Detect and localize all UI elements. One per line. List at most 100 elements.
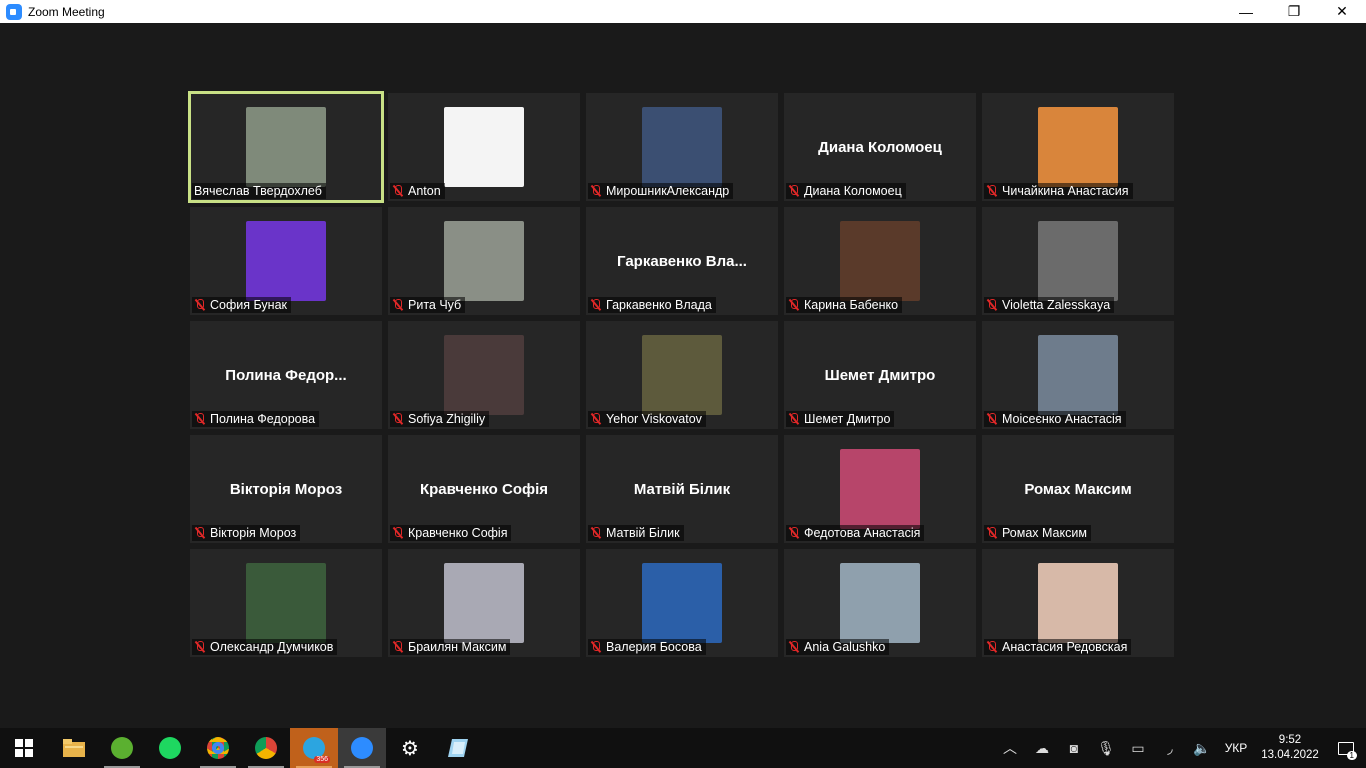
participant-tile[interactable]: Чичайкина Анастасия xyxy=(982,93,1174,201)
participant-video xyxy=(1038,107,1118,187)
participant-video xyxy=(840,221,920,301)
spotify-icon[interactable] xyxy=(146,728,194,768)
file-explorer-icon[interactable] xyxy=(50,728,98,768)
clock[interactable]: 9:52 13.04.2022 xyxy=(1254,733,1326,763)
muted-microphone-icon xyxy=(392,527,404,539)
participant-name-label: Вікторія Мороз xyxy=(192,525,301,541)
muted-microphone-icon xyxy=(788,527,800,539)
participant-name: Диана Коломоец xyxy=(804,184,902,198)
muted-microphone-icon xyxy=(590,413,602,425)
participant-name-label: Рита Чуб xyxy=(390,297,466,313)
chrome-icon[interactable] xyxy=(194,728,242,768)
participant-video xyxy=(246,563,326,643)
participant-tile[interactable]: Браилян Максим xyxy=(388,549,580,657)
windows-start-icon[interactable] xyxy=(0,728,48,768)
participant-tile[interactable]: Ромах Максим Ромах Максим xyxy=(982,435,1174,543)
participant-video xyxy=(246,221,326,301)
maximize-button[interactable]: ❐ xyxy=(1270,0,1318,23)
utorrent-icon[interactable] xyxy=(98,728,146,768)
muted-microphone-icon xyxy=(194,641,206,653)
participant-tile[interactable]: Кравченко Софія Кравченко Софія xyxy=(388,435,580,543)
notifications-icon[interactable]: 1 xyxy=(1326,728,1366,768)
participant-name-label: София Бунак xyxy=(192,297,291,313)
muted-microphone-icon xyxy=(788,299,800,311)
participant-name-label: Ania Galushko xyxy=(786,639,890,655)
participant-name-label: Anton xyxy=(390,183,445,199)
notifications-count: 1 xyxy=(1346,751,1357,760)
participant-name: Sofiya Zhigiliy xyxy=(408,412,486,426)
participant-name-label: Браилян Максим xyxy=(390,639,511,655)
participant-tile[interactable]: Моісеєнко Анастасія xyxy=(982,321,1174,429)
participant-tile[interactable]: Yehor Viskovatov xyxy=(586,321,778,429)
participant-video xyxy=(642,107,722,187)
participant-video xyxy=(444,221,524,301)
participant-tile[interactable]: Ania Galushko xyxy=(784,549,976,657)
participant-name-label: Ромах Максим xyxy=(984,525,1091,541)
participant-tile[interactable]: Гаркавенко Вла... Гаркавенко Влада xyxy=(586,207,778,315)
participant-tile[interactable]: Карина Бабенко xyxy=(784,207,976,315)
microphone-icon[interactable]: 🎙 xyxy=(1090,728,1122,768)
muted-microphone-icon xyxy=(986,299,998,311)
clock-time: 9:52 xyxy=(1278,734,1302,746)
participant-tile[interactable]: Федотова Анастасія xyxy=(784,435,976,543)
participant-name: Ania Galushko xyxy=(804,640,886,654)
onedrive-icon[interactable]: ☁ xyxy=(1026,728,1058,768)
participant-video xyxy=(1038,335,1118,415)
participant-video xyxy=(444,563,524,643)
chrome-profile-icon[interactable] xyxy=(242,728,290,768)
participant-tile[interactable]: Вікторія Мороз Вікторія Мороз xyxy=(190,435,382,543)
battery-icon[interactable]: ▭ xyxy=(1122,728,1154,768)
muted-microphone-icon xyxy=(392,185,404,197)
muted-microphone-icon xyxy=(392,641,404,653)
participant-name: София Бунак xyxy=(210,298,287,312)
participant-tile[interactable]: Олександр Думчиков xyxy=(190,549,382,657)
muted-microphone-icon xyxy=(590,299,602,311)
window-title: Zoom Meeting xyxy=(28,4,105,19)
participant-video xyxy=(840,563,920,643)
participant-name: Чичайкина Анастасия xyxy=(1002,184,1129,198)
participant-tile[interactable]: Шемет Дмитро Шемет Дмитро xyxy=(784,321,976,429)
participant-video xyxy=(840,449,920,529)
participant-video xyxy=(1038,221,1118,301)
minimize-button[interactable]: — xyxy=(1222,0,1270,23)
muted-microphone-icon xyxy=(194,413,206,425)
participant-name: Браилян Максим xyxy=(408,640,507,654)
participant-tile[interactable]: Валерия Босова xyxy=(586,549,778,657)
participant-name: Карина Бабенко xyxy=(804,298,899,312)
volume-icon[interactable]: 🔈 xyxy=(1186,728,1218,768)
participant-name: Олександр Думчиков xyxy=(210,640,334,654)
participant-video xyxy=(642,335,722,415)
participant-tile[interactable]: София Бунак xyxy=(190,207,382,315)
participant-name: Вячеслав Твердохлеб xyxy=(194,184,322,198)
participant-tile[interactable]: Violetta Zalesskaya xyxy=(982,207,1174,315)
muted-microphone-icon xyxy=(392,299,404,311)
participant-name-label: Диана Коломоец xyxy=(786,183,906,199)
close-button[interactable]: ✕ xyxy=(1318,0,1366,23)
participant-name: Матвій Білик xyxy=(606,526,680,540)
participant-name: Кравченко Софія xyxy=(408,526,508,540)
muted-microphone-icon xyxy=(986,641,998,653)
language-indicator[interactable]: УКР xyxy=(1218,741,1254,755)
participant-tile[interactable]: Полина Федор... Полина Федорова xyxy=(190,321,382,429)
participant-name-label: Чичайкина Анастасия xyxy=(984,183,1133,199)
settings-icon[interactable]: ⚙ xyxy=(386,728,434,768)
participant-tile[interactable]: Anton xyxy=(388,93,580,201)
participant-tile[interactable]: МирошникАлександр xyxy=(586,93,778,201)
wifi-icon[interactable]: ◞ xyxy=(1154,728,1186,768)
participant-tile[interactable]: Вячеслав Твердохлеб xyxy=(188,91,384,203)
chevron-up-icon[interactable]: ︿ xyxy=(994,728,1026,768)
notepad-icon[interactable] xyxy=(434,728,482,768)
participant-tile[interactable]: Диана Коломоец Диана Коломоец xyxy=(784,93,976,201)
telegram-icon[interactable]: 356 xyxy=(290,728,338,768)
participant-tile[interactable]: Sofiya Zhigiliy xyxy=(388,321,580,429)
zoom-icon[interactable] xyxy=(338,728,386,768)
muted-microphone-icon xyxy=(590,185,602,197)
participant-tile[interactable]: Рита Чуб xyxy=(388,207,580,315)
participant-name-label: Violetta Zalesskaya xyxy=(984,297,1115,313)
participant-tile[interactable]: Матвій Білик Матвій Білик xyxy=(586,435,778,543)
participant-name: МирошникАлександр xyxy=(606,184,730,198)
participant-name: Анастасия Редовская xyxy=(1002,640,1128,654)
meet-now-icon[interactable]: ◙ xyxy=(1058,728,1090,768)
participant-tile[interactable]: Анастасия Редовская xyxy=(982,549,1174,657)
participant-name: Моісеєнко Анастасія xyxy=(1002,412,1122,426)
